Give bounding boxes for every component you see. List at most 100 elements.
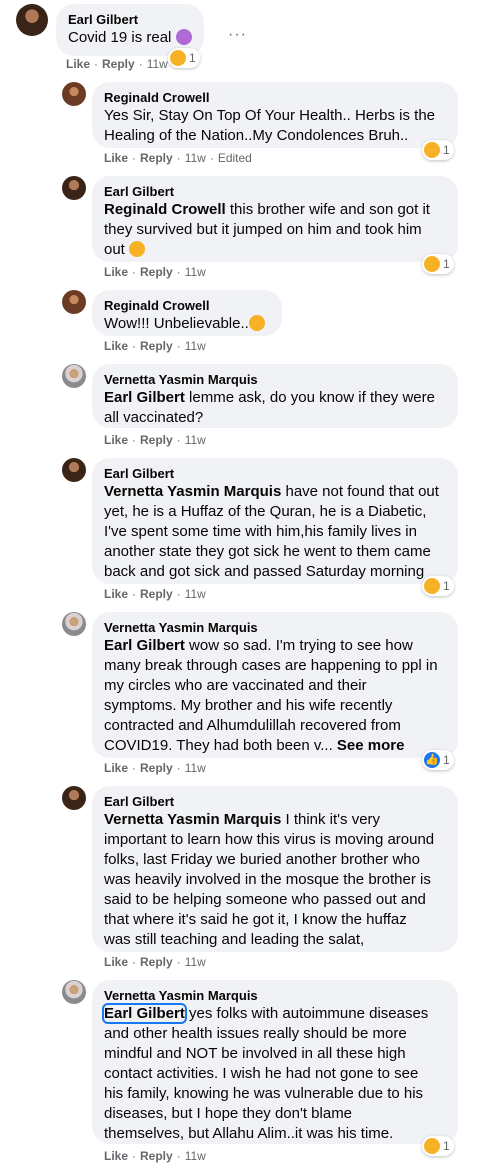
comment-author[interactable]: Earl Gilbert: [104, 794, 446, 810]
avatar[interactable]: [62, 290, 86, 314]
comment-text-line: was heavily involved in the mosque the b…: [104, 871, 431, 888]
avatar[interactable]: [62, 176, 86, 200]
comment-text-line: my circles who are vaccinated and their: [104, 677, 367, 694]
comment-author[interactable]: Vernetta Yasmin Marquis: [104, 988, 446, 1004]
reaction-summary[interactable]: 1: [422, 254, 454, 274]
pensive-face-icon: [248, 315, 265, 331]
comment-text-line: I've spent some time with him,his family…: [104, 523, 417, 540]
like-button[interactable]: Like: [104, 265, 128, 279]
timestamp[interactable]: 11w: [185, 955, 206, 969]
comment-bubble: Vernetta Yasmin Marquis Earl Gilbert lem…: [92, 364, 458, 428]
comment-author[interactable]: Reginald Crowell: [104, 298, 270, 314]
timestamp[interactable]: 11w: [185, 265, 206, 279]
crying-face-icon: [129, 241, 146, 257]
reply-button[interactable]: Reply: [140, 433, 173, 447]
comment-author[interactable]: Earl Gilbert: [104, 466, 446, 482]
reaction-summary[interactable]: 1: [422, 1136, 454, 1156]
sad-reaction-icon: [424, 256, 440, 272]
comment-actions: Like · Reply · 11w: [104, 433, 206, 447]
mention-link[interactable]: Vernetta Yasmin Marquis: [104, 811, 281, 828]
like-button[interactable]: Like: [104, 433, 128, 447]
comment-text-line: Yes Sir, Stay On Top Of Your Health.. He…: [104, 107, 436, 124]
comment-text-line: and other health issues really should be…: [104, 1025, 407, 1042]
comment-actions: Like · Reply · 11w: [104, 761, 206, 775]
comment-text-line: diseases, but I hope they don't blame: [104, 1105, 353, 1122]
comment-text-line: Reginald Crowell this brother wife and s…: [104, 201, 430, 218]
comment-author[interactable]: Reginald Crowell: [104, 90, 446, 106]
reaction-summary[interactable]: 1: [168, 48, 200, 68]
comment-text-line: yet, he is a Huffaz of the Quran, he is …: [104, 503, 427, 520]
timestamp[interactable]: 11w: [185, 1149, 206, 1163]
comment-text-line: important to learn how this virus is mov…: [104, 831, 435, 848]
comment-text-line: another state they got sick he went to t…: [104, 543, 431, 560]
avatar[interactable]: [62, 364, 86, 388]
comment-text-line: Vernetta Yasmin Marquis have not found t…: [104, 483, 439, 500]
reply-button[interactable]: Reply: [140, 1149, 173, 1163]
edited-label: Edited: [217, 151, 252, 165]
avatar[interactable]: [62, 82, 86, 106]
comment-author[interactable]: Vernetta Yasmin Marquis: [104, 372, 446, 388]
avatar[interactable]: [62, 458, 86, 482]
like-button[interactable]: Like: [104, 339, 128, 353]
mention-link[interactable]: Earl Gilbert: [104, 637, 185, 654]
comment-text: Covid 19 is real: [68, 28, 192, 48]
comment-author[interactable]: Earl Gilbert: [104, 184, 446, 200]
reply-button[interactable]: Reply: [140, 339, 173, 353]
like-button[interactable]: Like: [104, 955, 128, 969]
avatar[interactable]: [62, 786, 86, 810]
timestamp[interactable]: 11w: [185, 339, 206, 353]
thumbs-up-reaction-icon: 👍: [424, 752, 440, 768]
like-button[interactable]: Like: [104, 761, 128, 775]
comment-text-line: Earl Gilbert wow so sad. I'm trying to s…: [104, 637, 413, 654]
reply-button[interactable]: Reply: [140, 265, 173, 279]
comment-bubble: Earl Gilbert Vernetta Yasmin Marquis hav…: [92, 458, 458, 584]
timestamp[interactable]: 11w: [185, 761, 206, 775]
reply-button[interactable]: Reply: [140, 151, 173, 165]
comment-author[interactable]: Vernetta Yasmin Marquis: [104, 620, 446, 636]
reaction-summary[interactable]: 1: [422, 140, 454, 160]
reaction-summary[interactable]: 1: [422, 576, 454, 596]
comment-text-line: out: [104, 240, 446, 260]
comment-text-line: they survived but it jumped on him and t…: [104, 221, 422, 238]
timestamp[interactable]: 11w: [147, 57, 168, 71]
comment-text-line: all vaccinated?: [104, 409, 204, 426]
see-more-link[interactable]: See more: [337, 737, 405, 754]
comment-actions: Like · Reply · 11w: [104, 955, 206, 969]
reply-button[interactable]: Reply: [140, 761, 173, 775]
reply-button[interactable]: Reply: [140, 955, 173, 969]
comment-text-line: Earl Gilbert lemme ask, do you know if t…: [104, 389, 435, 406]
comment-author[interactable]: Earl Gilbert: [68, 12, 192, 28]
comment-bubble: Reginald Crowell Wow!!! Unbelievable..: [92, 290, 282, 336]
comment-text-line: said to be helping someone who passed ou…: [104, 891, 426, 908]
avatar[interactable]: [62, 612, 86, 636]
comment-text-line: his family, knowing he was vulnerable du…: [104, 1085, 424, 1102]
comment-text-line: Healing of the Nation..My Condolences Br…: [104, 127, 409, 144]
like-button[interactable]: Like: [66, 57, 90, 71]
timestamp[interactable]: 11w: [185, 151, 206, 165]
avatar[interactable]: [62, 980, 86, 1004]
reaction-summary[interactable]: 👍 1: [422, 750, 454, 770]
timestamp[interactable]: 11w: [185, 433, 206, 447]
mention-link[interactable]: Vernetta Yasmin Marquis: [104, 483, 281, 500]
like-button[interactable]: Like: [104, 587, 128, 601]
avatar[interactable]: [16, 4, 48, 36]
comment-text-line: COVID19. They had both been v... See mor…: [104, 737, 405, 754]
mention-link[interactable]: Reginald Crowell: [104, 201, 226, 218]
reply-button[interactable]: Reply: [102, 57, 135, 71]
comment-actions: Like · Reply · 11w: [66, 57, 168, 71]
comment-text-line: symptoms. My brother and his wife recent…: [104, 697, 393, 714]
comment-text-line: contracted and Alhumdulillah recovered f…: [104, 717, 401, 734]
like-button[interactable]: Like: [104, 1149, 128, 1163]
comment-actions: Like · Reply · 11w: [104, 587, 206, 601]
timestamp[interactable]: 11w: [185, 587, 206, 601]
more-options-icon[interactable]: ···: [228, 26, 247, 44]
comment-text-line: many break through cases are happening t…: [104, 657, 438, 674]
like-button[interactable]: Like: [104, 151, 128, 165]
comment-bubble: Vernetta Yasmin Marquis Earl Gilbert wow…: [92, 612, 458, 758]
mention-link[interactable]: Earl Gilbert: [104, 389, 185, 406]
sad-reaction-icon: [424, 578, 440, 594]
mention-link-focused[interactable]: Earl Gilbert: [102, 1003, 187, 1024]
sad-reaction-icon: [170, 50, 186, 66]
reply-button[interactable]: Reply: [140, 587, 173, 601]
comment-text-line: folks, last Friday we buried another bro…: [104, 851, 420, 868]
